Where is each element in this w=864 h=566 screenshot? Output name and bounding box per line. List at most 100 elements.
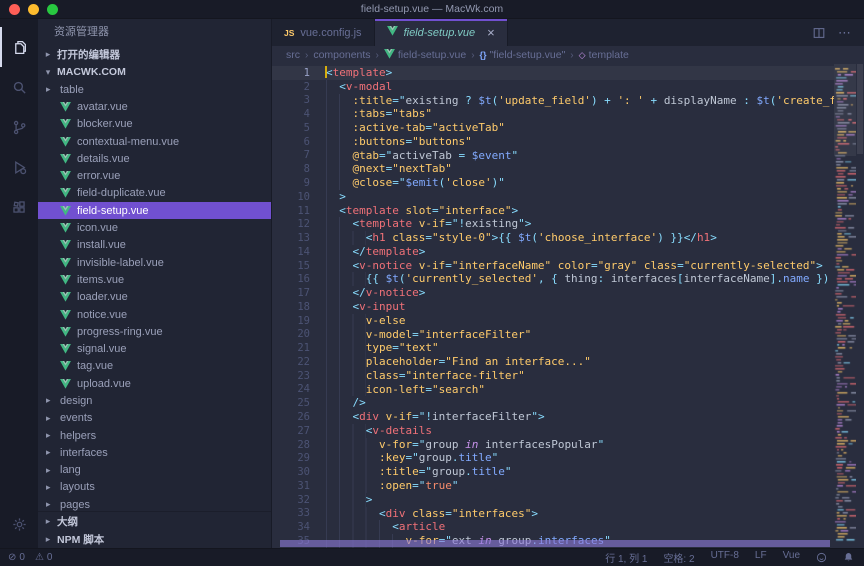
code-line[interactable]: 24icon-left="search" bbox=[272, 383, 834, 397]
vertical-scrollbar[interactable] bbox=[857, 64, 863, 154]
problems-indicator[interactable]: ⊘0 ⚠0 bbox=[8, 552, 52, 563]
tree-item-avatar.vue[interactable]: avatar.vue bbox=[38, 98, 271, 115]
code-line[interactable]: 20v-model="interfaceFilter" bbox=[272, 328, 834, 342]
code-line[interactable]: 22placeholder="Find an interface..." bbox=[272, 355, 834, 369]
tree-item-notice.vue[interactable]: notice.vue bbox=[38, 306, 271, 323]
search-icon[interactable] bbox=[0, 67, 38, 107]
close-window-button[interactable] bbox=[9, 4, 20, 15]
code-line[interactable]: 13<h1 class="style-0">{{ $t('choose_inte… bbox=[272, 231, 834, 245]
npm-scripts-section[interactable]: ▸ NPM 脚本 bbox=[38, 530, 271, 548]
tree-item-details.vue[interactable]: details.vue bbox=[38, 150, 271, 167]
minimize-window-button[interactable] bbox=[28, 4, 39, 15]
settings-gear-icon[interactable] bbox=[0, 504, 38, 544]
debug-icon[interactable] bbox=[0, 147, 38, 187]
tree-item-items.vue[interactable]: items.vue bbox=[38, 271, 271, 288]
extensions-icon[interactable] bbox=[0, 187, 38, 227]
breadcrumb-item[interactable]: {}"field-setup.vue" bbox=[480, 49, 566, 61]
tree-item-interfaces[interactable]: ▸interfaces bbox=[38, 444, 271, 461]
code-line[interactable]: 30:title="group.title" bbox=[272, 465, 834, 479]
bell-icon[interactable] bbox=[843, 552, 854, 563]
tree-item-signal.vue[interactable]: signal.vue bbox=[38, 340, 271, 357]
code-line[interactable]: 23class="interface-filter" bbox=[272, 369, 834, 383]
code-line[interactable]: 32> bbox=[272, 493, 834, 507]
code-line[interactable]: 9@close="$emit('close')" bbox=[272, 176, 834, 190]
maximize-window-button[interactable] bbox=[47, 4, 58, 15]
code-area[interactable]: 1<template>2<v-modal3:title="existing ? … bbox=[272, 64, 834, 548]
horizontal-scrollbar[interactable] bbox=[280, 540, 830, 547]
tree-item-upload.vue[interactable]: upload.vue bbox=[38, 375, 271, 392]
code-line[interactable]: 31:open="true" bbox=[272, 479, 834, 493]
code-line[interactable]: 14</template> bbox=[272, 245, 834, 259]
source-control-icon[interactable] bbox=[0, 107, 38, 147]
code-line[interactable]: 21type="text" bbox=[272, 341, 834, 355]
tree-item-table[interactable]: ▸table bbox=[38, 81, 271, 98]
tree-item-field-duplicate.vue[interactable]: field-duplicate.vue bbox=[38, 185, 271, 202]
tree-item-design[interactable]: ▸design bbox=[38, 392, 271, 409]
files-icon[interactable] bbox=[0, 27, 38, 67]
tree-item-invisible-label.vue[interactable]: invisible-label.vue bbox=[38, 254, 271, 271]
code-line[interactable]: 6:buttons="buttons" bbox=[272, 135, 834, 149]
code-line[interactable]: 11<template slot="interface"> bbox=[272, 204, 834, 218]
code-line[interactable]: 15<v-notice v-if="interfaceName" color="… bbox=[272, 259, 834, 273]
tree-item-layouts[interactable]: ▸layouts bbox=[38, 479, 271, 496]
tab-vue.config.js[interactable]: JSvue.config.js bbox=[272, 19, 375, 46]
tree-item-progress-ring.vue[interactable]: progress-ring.vue bbox=[38, 323, 271, 340]
code-editor[interactable]: 1<template>2<v-modal3:title="existing ? … bbox=[272, 64, 864, 548]
split-editor-icon[interactable] bbox=[812, 26, 826, 40]
tree-item-install.vue[interactable]: install.vue bbox=[38, 237, 271, 254]
tree-item-icon.vue[interactable]: icon.vue bbox=[38, 219, 271, 236]
minimap[interactable] bbox=[834, 64, 856, 548]
tree-item-tag.vue[interactable]: tag.vue bbox=[38, 358, 271, 375]
code-line[interactable]: 25/> bbox=[272, 396, 834, 410]
code-line[interactable]: 2<v-modal bbox=[272, 80, 834, 94]
tree-item-error.vue[interactable]: error.vue bbox=[38, 167, 271, 184]
breadcrumb-item[interactable]: components bbox=[313, 49, 370, 61]
more-actions-icon[interactable]: ⋯ bbox=[838, 25, 852, 41]
code-line[interactable]: 17</v-notice> bbox=[272, 286, 834, 300]
breadcrumb-item[interactable]: field-setup.vue bbox=[384, 49, 466, 62]
error-icon[interactable]: ⊘0 bbox=[8, 552, 25, 563]
code-line-content: type="text" bbox=[310, 341, 439, 355]
tree-item-contextual-menu.vue[interactable]: contextual-menu.vue bbox=[38, 133, 271, 150]
tree-item-helpers[interactable]: ▸helpers bbox=[38, 427, 271, 444]
code-line[interactable]: 10> bbox=[272, 190, 834, 204]
overview-ruler[interactable] bbox=[856, 64, 864, 548]
tree-item-blocker.vue[interactable]: blocker.vue bbox=[38, 116, 271, 133]
code-line[interactable]: 8@next="nextTab" bbox=[272, 162, 834, 176]
breadcrumb-item[interactable]: src bbox=[286, 49, 300, 61]
tree-item-field-setup.vue[interactable]: field-setup.vue bbox=[38, 202, 271, 219]
close-icon[interactable]: × bbox=[487, 25, 495, 40]
status-indentation[interactable]: 空格: 2 bbox=[663, 550, 694, 565]
tree-item-events[interactable]: ▸events bbox=[38, 410, 271, 427]
code-line[interactable]: 19v-else bbox=[272, 314, 834, 328]
code-line[interactable]: 33<div class="interfaces"> bbox=[272, 507, 834, 521]
code-line[interactable]: 34<article bbox=[272, 520, 834, 534]
tree-item-loader.vue[interactable]: loader.vue bbox=[38, 289, 271, 306]
feedback-icon[interactable] bbox=[816, 552, 827, 563]
open-editors-section[interactable]: ▸ 打开的编辑器 bbox=[38, 45, 271, 63]
minimap-slider[interactable] bbox=[834, 64, 856, 156]
code-line[interactable]: 16{{ $t('currently_selected', { thing: i… bbox=[272, 272, 834, 286]
status-eol[interactable]: LF bbox=[755, 550, 767, 565]
code-line[interactable]: 29:key="group.title" bbox=[272, 451, 834, 465]
outline-section[interactable]: ▸ 大纲 bbox=[38, 512, 271, 530]
code-line[interactable]: 28v-for="group in interfacesPopular" bbox=[272, 438, 834, 452]
status-cursor-position[interactable]: 行 1, 列 1 bbox=[605, 550, 647, 565]
tree-item-pages[interactable]: ▸pages bbox=[38, 496, 271, 511]
code-line[interactable]: 7@tab="activeTab = $event" bbox=[272, 149, 834, 163]
workspace-section[interactable]: ▾ MACWK.COM bbox=[38, 63, 271, 81]
tree-item-lang[interactable]: ▸lang bbox=[38, 462, 271, 479]
code-line[interactable]: 3:title="existing ? $t('update_field') +… bbox=[272, 94, 834, 108]
status-language-mode[interactable]: Vue bbox=[783, 550, 800, 565]
code-line[interactable]: 5:active-tab="activeTab" bbox=[272, 121, 834, 135]
code-line[interactable]: 1<template> bbox=[272, 66, 834, 80]
warning-icon[interactable]: ⚠0 bbox=[35, 552, 53, 563]
code-line[interactable]: 27<v-details bbox=[272, 424, 834, 438]
code-line[interactable]: 12<template v-if="!existing"> bbox=[272, 217, 834, 231]
status-encoding[interactable]: UTF-8 bbox=[711, 550, 739, 565]
code-line[interactable]: 26<div v-if="!interfaceFilter"> bbox=[272, 410, 834, 424]
breadcrumb-item[interactable]: ◇template bbox=[579, 49, 629, 61]
code-line[interactable]: 4:tabs="tabs" bbox=[272, 107, 834, 121]
tab-field-setup.vue[interactable]: field-setup.vue× bbox=[375, 19, 508, 46]
code-line[interactable]: 18<v-input bbox=[272, 300, 834, 314]
